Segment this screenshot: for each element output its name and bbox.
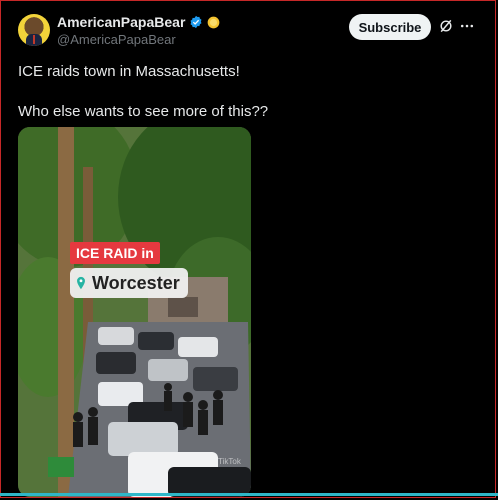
author-handle[interactable]: @AmericaPapaBear <box>57 32 176 47</box>
author-display-name[interactable]: AmericanPapaBear <box>57 14 185 30</box>
verified-icon <box>190 15 202 29</box>
subscribe-button[interactable]: Subscribe <box>349 14 431 40</box>
more-options-icon[interactable] <box>459 18 475 34</box>
video-overlay-title: ICE RAID in <box>70 242 160 264</box>
author-name-row: AmericanPapaBear <box>57 14 220 30</box>
avatar-tie <box>33 35 35 44</box>
tweet-line-1: ICE raids town in Massachusetts! <box>18 63 240 80</box>
bottom-divider <box>0 493 498 496</box>
location-label: Worcester <box>92 272 180 293</box>
location-pin-icon <box>77 276 85 290</box>
video-overlay-location: Worcester <box>70 268 188 298</box>
avatar[interactable] <box>18 14 50 46</box>
street-scene-image <box>18 127 251 497</box>
tiktok-watermark: TikTok <box>218 457 241 466</box>
tweet-line-2: Who else wants to see more of this?? <box>18 103 269 120</box>
video-media[interactable]: TikTok <box>18 127 251 497</box>
tweet-text: ICE raids town in Massachusetts! Who els… <box>18 62 458 122</box>
grok-icon[interactable] <box>438 18 454 34</box>
gold-badge-icon <box>208 16 220 28</box>
